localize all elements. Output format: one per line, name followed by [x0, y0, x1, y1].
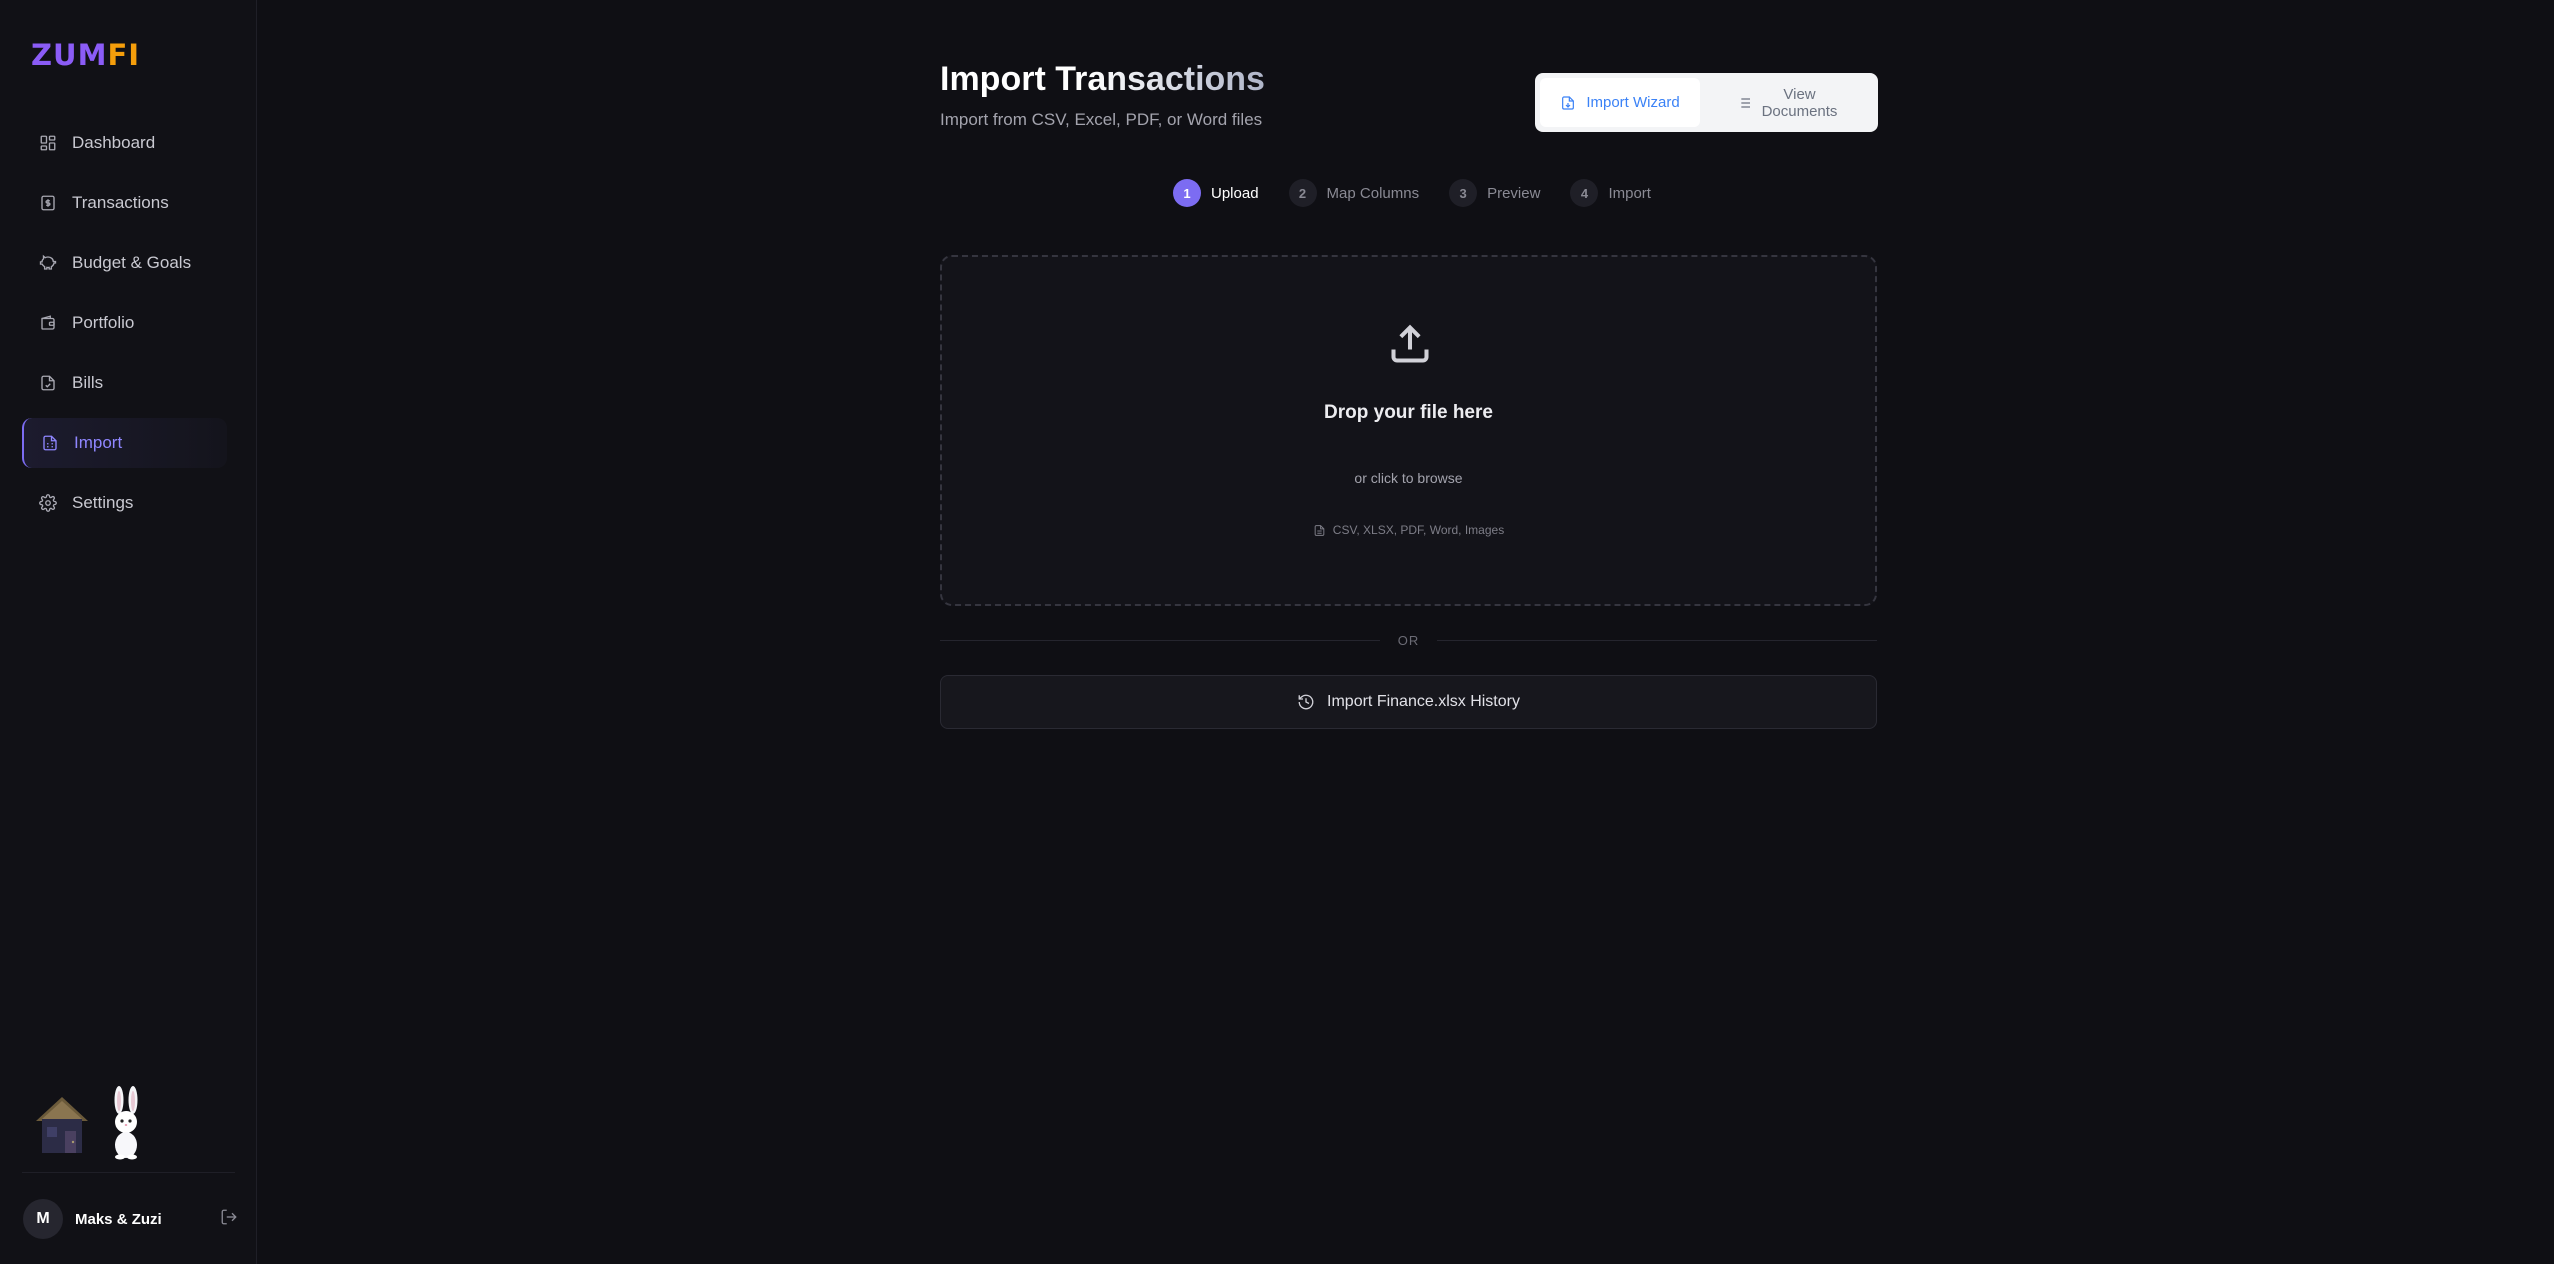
history-icon: [1298, 694, 1314, 710]
piggy-bank-icon: [39, 254, 57, 272]
sidebar-divider: [22, 1172, 235, 1173]
view-documents-label: View Documents: [1762, 86, 1838, 120]
mascot-illustration: [34, 1085, 154, 1160]
sidebar-item-settings[interactable]: Settings: [22, 478, 227, 528]
sidebar-item-budget-goals[interactable]: Budget & Goals: [22, 238, 227, 288]
user-profile: M Maks & Zuzi: [23, 1199, 238, 1239]
or-divider: OR: [940, 630, 1877, 650]
wizard-steps: 1 Upload 2 Map Columns 3 Preview 4 Impor…: [1173, 179, 1681, 207]
house-mascot-icon: [36, 1097, 88, 1153]
divider-line: [1437, 639, 1877, 641]
logout-icon[interactable]: [220, 1208, 238, 1231]
sidebar-item-bills[interactable]: Bills: [22, 358, 227, 408]
or-text: OR: [1397, 632, 1420, 648]
bunny-mascot-icon: [114, 1086, 138, 1160]
list-icon: [1737, 97, 1750, 108]
step-label: Upload: [1211, 184, 1259, 202]
supported-formats: CSV, XLSX, PDF, Word, Images: [942, 523, 1875, 537]
step-number: 4: [1570, 179, 1599, 207]
import-history-button[interactable]: Import Finance.xlsx History: [940, 675, 1877, 729]
upload-icon: [1388, 322, 1432, 366]
sidebar-item-transactions[interactable]: Transactions: [22, 178, 227, 228]
page-title: Import Transactions: [940, 60, 1265, 98]
dropzone-subtitle: or click to browse: [1354, 470, 1463, 486]
step-upload: 1 Upload: [1173, 179, 1259, 207]
sidebar-item-label: Bills: [72, 373, 104, 392]
gear-icon: [39, 494, 57, 512]
import-wizard-button[interactable]: Import Wizard: [1540, 78, 1700, 127]
view-toggle: Import Wizard View Documents: [1535, 73, 1878, 132]
step-number: 2: [1288, 179, 1317, 207]
sidebar-item-label: Settings: [72, 493, 134, 512]
sidebar-item-portfolio[interactable]: Portfolio: [22, 298, 227, 348]
step-number: 1: [1173, 179, 1201, 207]
avatar[interactable]: M: [23, 1199, 63, 1239]
file-icon: [1314, 524, 1325, 536]
sidebar-item-dashboard[interactable]: Dashboard: [22, 118, 227, 168]
import-history-label: Import Finance.xlsx History: [1327, 693, 1520, 710]
sidebar-item-label: Portfolio: [72, 313, 135, 332]
step-number: 3: [1449, 179, 1478, 207]
step-map-columns: 2 Map Columns: [1288, 179, 1420, 207]
step-import: 4 Import: [1570, 179, 1651, 207]
sidebar-item-label: Import: [74, 433, 123, 452]
file-dropzone[interactable]: Drop your file here or click to browse C…: [940, 255, 1877, 606]
file-import-icon: [1562, 95, 1575, 110]
logo-part-fi: FI: [107, 38, 141, 72]
page-subtitle: Import from CSV, Excel, PDF, or Word fil…: [940, 110, 1263, 129]
user-name: Maks & Zuzi: [75, 1210, 162, 1228]
view-documents-label-line1: View: [1783, 85, 1816, 103]
supported-formats-text: CSV, XLSX, PDF, Word, Images: [1332, 523, 1505, 537]
sidebar: ZUMFI Dashboard Transactions Budget & Go…: [0, 0, 257, 1264]
import-wizard-label: Import Wizard: [1586, 94, 1680, 111]
main-content: Import Transactions Import from CSV, Exc…: [257, 0, 2554, 1264]
app-logo[interactable]: ZUMFI: [31, 38, 140, 72]
step-label: Import: [1608, 184, 1651, 202]
view-documents-button[interactable]: View Documents: [1700, 78, 1873, 127]
sidebar-item-label: Budget & Goals: [72, 253, 192, 272]
step-label: Map Columns: [1326, 184, 1420, 202]
import-file-icon: [41, 434, 59, 452]
sidebar-nav: Dashboard Transactions Budget & Goals Po…: [22, 118, 227, 538]
step-label: Preview: [1487, 184, 1541, 202]
dropzone-title: Drop your file here: [1324, 402, 1493, 423]
sidebar-item-import[interactable]: Import: [22, 418, 227, 468]
sidebar-item-label: Transactions: [72, 193, 169, 212]
dollar-receipt-icon: [39, 194, 57, 212]
sidebar-item-label: Dashboard: [72, 133, 156, 152]
step-preview: 3 Preview: [1449, 179, 1540, 207]
bill-check-icon: [39, 374, 57, 392]
logo-part-zum: ZUM: [31, 38, 108, 72]
view-documents-label-line2: Documents: [1761, 102, 1838, 120]
divider-line: [940, 639, 1380, 641]
wallet-icon: [39, 314, 57, 332]
dashboard-icon: [39, 134, 57, 152]
